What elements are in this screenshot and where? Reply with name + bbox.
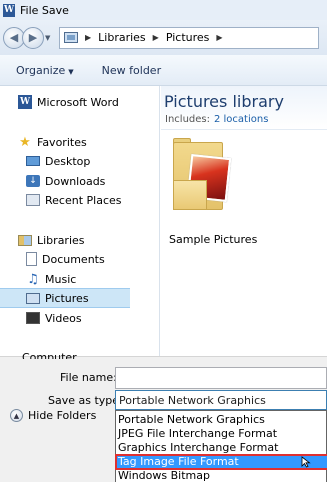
- sidebar-item-label: Microsoft Word: [37, 95, 119, 109]
- navigation-pane[interactable]: W Microsoft Word ★ Favorites Desktop ↓ D…: [0, 86, 160, 356]
- sidebar-item-label: Documents: [42, 252, 105, 266]
- recent-locations-dropdown-icon[interactable]: ▼: [45, 34, 55, 42]
- sidebar-item-libraries[interactable]: Libraries: [0, 230, 130, 250]
- file-name-input[interactable]: [115, 367, 327, 389]
- music-icon: ♫: [27, 271, 39, 287]
- videos-icon: [26, 312, 40, 324]
- sidebar-item-videos[interactable]: Videos: [0, 308, 130, 328]
- breadcrumb-pictures[interactable]: Pictures: [166, 31, 210, 44]
- option-bmp[interactable]: Windows Bitmap: [116, 469, 327, 482]
- chevron-right-icon[interactable]: ▶: [153, 33, 159, 42]
- save-options-panel: Computer File name: Save as type: Portab…: [0, 351, 327, 482]
- folder-label[interactable]: Sample Pictures: [169, 233, 257, 246]
- sidebar-item-recent-places[interactable]: Recent Places: [0, 190, 130, 210]
- save-type-dropdown-list[interactable]: Portable Network Graphics JPEG File Inte…: [115, 410, 327, 482]
- documents-icon: [26, 252, 37, 266]
- pictures-location-icon: [64, 32, 78, 43]
- option-tiff-label: Tag Image File Format: [118, 455, 239, 468]
- downloads-icon: ↓: [26, 175, 40, 187]
- chevron-right-icon[interactable]: ▶: [216, 33, 222, 42]
- desktop-icon: [26, 156, 40, 166]
- sidebar-item-label: Favorites: [37, 135, 87, 149]
- word-icon: W: [18, 95, 32, 109]
- sidebar-item-downloads[interactable]: ↓ Downloads: [0, 171, 130, 191]
- option-gif[interactable]: Graphics Interchange Format: [116, 441, 327, 455]
- sidebar-item-documents[interactable]: Documents: [0, 249, 130, 269]
- command-toolbar: Organize ▼ New folder: [0, 55, 327, 86]
- sidebar-item-label: Libraries: [37, 233, 85, 247]
- file-name-label: File name:: [60, 371, 117, 384]
- save-type-label: Save as type:: [48, 394, 123, 407]
- title-bar: W File Save: [0, 0, 327, 20]
- recent-places-icon: [26, 194, 40, 206]
- locations-link[interactable]: 2 locations: [214, 114, 268, 125]
- chevron-up-icon: ▲: [10, 409, 23, 422]
- sidebar-item-label: Videos: [45, 311, 82, 325]
- includes-label: Includes:: [165, 114, 210, 125]
- option-png[interactable]: Portable Network Graphics: [116, 413, 327, 427]
- sidebar-item-label: Pictures: [45, 291, 89, 305]
- option-jpeg[interactable]: JPEG File Interchange Format: [116, 427, 327, 441]
- sidebar-item-computer[interactable]: Computer: [22, 351, 82, 359]
- navigation-bar: ◀ ▶ ▼ ▶ Libraries ▶ Pictures ▶: [0, 20, 327, 55]
- library-title: Pictures library: [164, 92, 284, 111]
- forward-arrow-icon[interactable]: ▶: [22, 26, 44, 49]
- new-folder-button[interactable]: New folder: [94, 64, 169, 77]
- chevron-right-icon[interactable]: ▶: [85, 33, 91, 42]
- sidebar-item-music[interactable]: ♫ Music: [0, 269, 130, 289]
- organize-button[interactable]: Organize ▼: [8, 64, 82, 77]
- star-icon: ★: [19, 134, 31, 150]
- sidebar-item-label: Music: [45, 272, 77, 286]
- library-includes: Includes: 2 locations: [165, 114, 268, 125]
- sidebar-item-pictures[interactable]: Pictures: [0, 288, 130, 308]
- word-icon: W: [3, 3, 15, 17]
- sidebar-item-microsoft-word[interactable]: W Microsoft Word: [0, 92, 130, 112]
- chevron-down-icon: ▼: [68, 67, 74, 76]
- hide-folders-button[interactable]: ▲ Hide Folders: [10, 409, 96, 422]
- file-list-pane[interactable]: Pictures library Includes: 2 locations Sa…: [161, 86, 327, 356]
- address-bar[interactable]: ▶ Libraries ▶ Pictures ▶: [59, 26, 319, 49]
- save-type-select[interactable]: Portable Network Graphics: [115, 390, 327, 410]
- libraries-icon: [18, 234, 32, 246]
- sidebar-item-favorites[interactable]: ★ Favorites: [0, 132, 130, 152]
- window-title: File Save: [20, 3, 69, 17]
- organize-label: Organize: [16, 63, 66, 77]
- sidebar-item-label: Desktop: [45, 154, 91, 168]
- option-tiff[interactable]: Tag Image File Format: [115, 454, 327, 470]
- sidebar-item-desktop[interactable]: Desktop: [0, 151, 130, 171]
- sidebar-item-label: Downloads: [45, 174, 106, 188]
- breadcrumb-libraries[interactable]: Libraries: [98, 31, 146, 44]
- mouse-cursor-icon: [301, 456, 311, 468]
- library-header: Pictures library Includes: 2 locations: [161, 86, 327, 130]
- sample-pictures-folder-icon[interactable]: [173, 138, 232, 212]
- hide-folders-label: Hide Folders: [28, 409, 97, 422]
- sidebar-item-label: Recent Places: [45, 193, 122, 207]
- pictures-icon: [26, 292, 40, 304]
